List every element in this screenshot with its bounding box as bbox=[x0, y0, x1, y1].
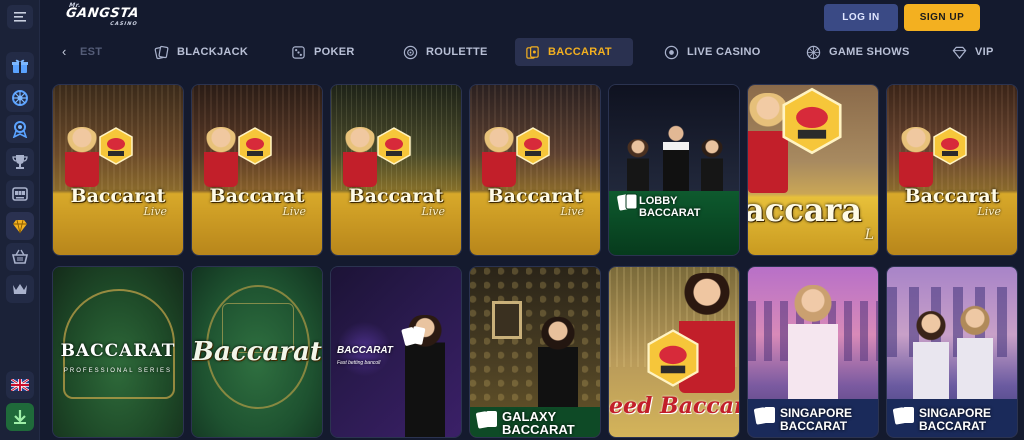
gift-icon[interactable] bbox=[6, 52, 34, 80]
crown-icon[interactable] bbox=[6, 275, 34, 303]
game-subtitle: Live bbox=[143, 205, 167, 218]
cards-logo-icon bbox=[893, 407, 914, 425]
game-title: accara bbox=[747, 191, 863, 229]
game-tile-baccarat-live-4[interactable]: Baccarat Live bbox=[469, 84, 601, 256]
diamond-icon[interactable] bbox=[6, 212, 34, 240]
speed-banker-badge bbox=[516, 127, 550, 165]
game-tile-baccarat-classic[interactable]: Baccarat bbox=[191, 266, 323, 438]
tab-label: BACCARAT bbox=[548, 46, 612, 58]
game-tile-baccarat-live-3[interactable]: Baccarat Live bbox=[330, 84, 462, 256]
trophy-icon[interactable] bbox=[6, 148, 34, 176]
game-subtitle: BACCARAT bbox=[502, 422, 575, 437]
cards-logo-icon bbox=[617, 193, 638, 211]
game-tile-baccarat-live-1[interactable]: Baccarat Live bbox=[52, 84, 184, 256]
speed-banker-badge bbox=[647, 329, 699, 387]
login-button[interactable]: LOG IN bbox=[824, 4, 898, 31]
uk-flag-icon[interactable] bbox=[6, 371, 34, 399]
game-tile-lobby-baccarat[interactable]: LOBBY BACCARAT bbox=[608, 84, 740, 256]
category-nav: ‹ EST BLACKJACK POKER ROULETTE BACCARAT … bbox=[40, 36, 1024, 68]
tab-label: LIVE CASINO bbox=[687, 46, 761, 58]
game-subtitle: BACCARAT bbox=[639, 207, 701, 219]
slots-icon[interactable] bbox=[6, 180, 34, 208]
tab-label: GAME SHOWS bbox=[829, 46, 910, 58]
game-subtitle: L bbox=[864, 227, 874, 243]
game-subtitle: PROFESSIONAL SERIES bbox=[63, 368, 173, 374]
game-title: Baccarat bbox=[487, 185, 583, 207]
cards-logo-icon bbox=[476, 411, 497, 429]
speed-banker-badge bbox=[238, 127, 272, 165]
game-tile-singapore-baccarat-2[interactable]: SINGAPORE BACCARAT bbox=[886, 266, 1018, 438]
game-tile-singapore-baccarat-1[interactable]: SINGAPORE BACCARAT bbox=[747, 266, 879, 438]
tab-poker[interactable]: POKER bbox=[281, 38, 365, 66]
dice-icon bbox=[292, 45, 305, 59]
logo-sub: CASINO bbox=[109, 21, 139, 27]
speed-banker-badge bbox=[377, 127, 411, 165]
game-title: LOBBY bbox=[639, 195, 678, 207]
tab-vip[interactable]: VIP bbox=[942, 38, 1004, 66]
game-title: Baccarat bbox=[192, 337, 322, 367]
tab-baccarat[interactable]: BACCARAT bbox=[515, 38, 633, 66]
game-title: Baccarat bbox=[904, 185, 1000, 207]
game-subtitle: Fast betting bancoll bbox=[337, 360, 381, 366]
game-title: eed Baccar bbox=[609, 393, 740, 419]
game-tile-baccarat-professional[interactable]: BACCARAT PROFESSIONAL SERIES bbox=[52, 266, 184, 438]
game-tile-speed-baccarat[interactable]: eed Baccar bbox=[608, 266, 740, 438]
wheel-icon[interactable] bbox=[6, 84, 34, 112]
game-subtitle: BACCARAT bbox=[780, 419, 848, 433]
game-tile-fast-baccarat[interactable]: BACCARAT Fast betting bancoll bbox=[330, 266, 462, 438]
speed-banker-badge bbox=[782, 87, 842, 155]
game-title: Baccarat bbox=[348, 185, 444, 207]
tab-label: EST bbox=[80, 46, 103, 58]
game-title: Baccarat bbox=[70, 185, 166, 207]
game-title: BACCARAT bbox=[337, 345, 393, 356]
signup-button[interactable]: SIGN UP bbox=[904, 4, 980, 31]
nav-back-icon[interactable]: ‹ bbox=[62, 45, 76, 59]
vip-icon bbox=[952, 46, 967, 59]
game-subtitle: Live bbox=[560, 205, 584, 218]
tab-label: POKER bbox=[314, 46, 355, 58]
site-logo[interactable]: Mr. GANGSTA CASINO bbox=[65, 2, 140, 27]
game-subtitle: Live bbox=[421, 205, 445, 218]
live-icon bbox=[664, 45, 679, 59]
tab-blackjack[interactable]: BLACKJACK bbox=[144, 38, 258, 66]
game-title: BACCARAT bbox=[60, 341, 176, 361]
game-tile-speed-baccarat-l[interactable]: accara L bbox=[747, 84, 879, 256]
game-tile-baccarat-live-5[interactable]: Baccarat Live bbox=[886, 84, 1018, 256]
tab-label: BLACKJACK bbox=[177, 46, 249, 58]
speed-banker-badge bbox=[99, 127, 133, 165]
tab-label: ROULETTE bbox=[426, 46, 488, 58]
tab-live-casino[interactable]: LIVE CASINO bbox=[654, 38, 771, 66]
game-subtitle: Live bbox=[977, 205, 1001, 218]
game-subtitle: BACCARAT bbox=[919, 419, 987, 433]
download-icon[interactable] bbox=[6, 403, 34, 431]
tab-game-shows[interactable]: GAME SHOWS bbox=[796, 38, 920, 66]
gameshow-icon bbox=[806, 45, 821, 59]
cards-logo-icon bbox=[754, 407, 775, 425]
speed-banker-badge bbox=[933, 127, 967, 165]
menu-icon[interactable] bbox=[7, 5, 33, 29]
game-title: Baccarat bbox=[209, 185, 305, 207]
cards-icon bbox=[154, 45, 169, 59]
game-title: SINGAPORE bbox=[919, 406, 992, 420]
game-tile-galaxy-baccarat[interactable]: GALAXY BACCARAT bbox=[469, 266, 601, 438]
baccarat-icon bbox=[526, 45, 539, 59]
tab-label: VIP bbox=[975, 46, 994, 58]
sidebar bbox=[0, 0, 40, 440]
game-title: SINGAPORE bbox=[780, 406, 853, 420]
game-tile-baccarat-live-2[interactable]: Baccarat Live bbox=[191, 84, 323, 256]
tab-roulette[interactable]: ROULETTE bbox=[393, 38, 498, 66]
tab-est[interactable]: EST bbox=[76, 38, 106, 66]
roulette-icon bbox=[403, 45, 418, 59]
logo-tiny: Mr. bbox=[68, 2, 82, 9]
award-icon[interactable] bbox=[6, 115, 34, 143]
basket-icon[interactable] bbox=[6, 243, 34, 271]
game-subtitle: Live bbox=[282, 205, 306, 218]
